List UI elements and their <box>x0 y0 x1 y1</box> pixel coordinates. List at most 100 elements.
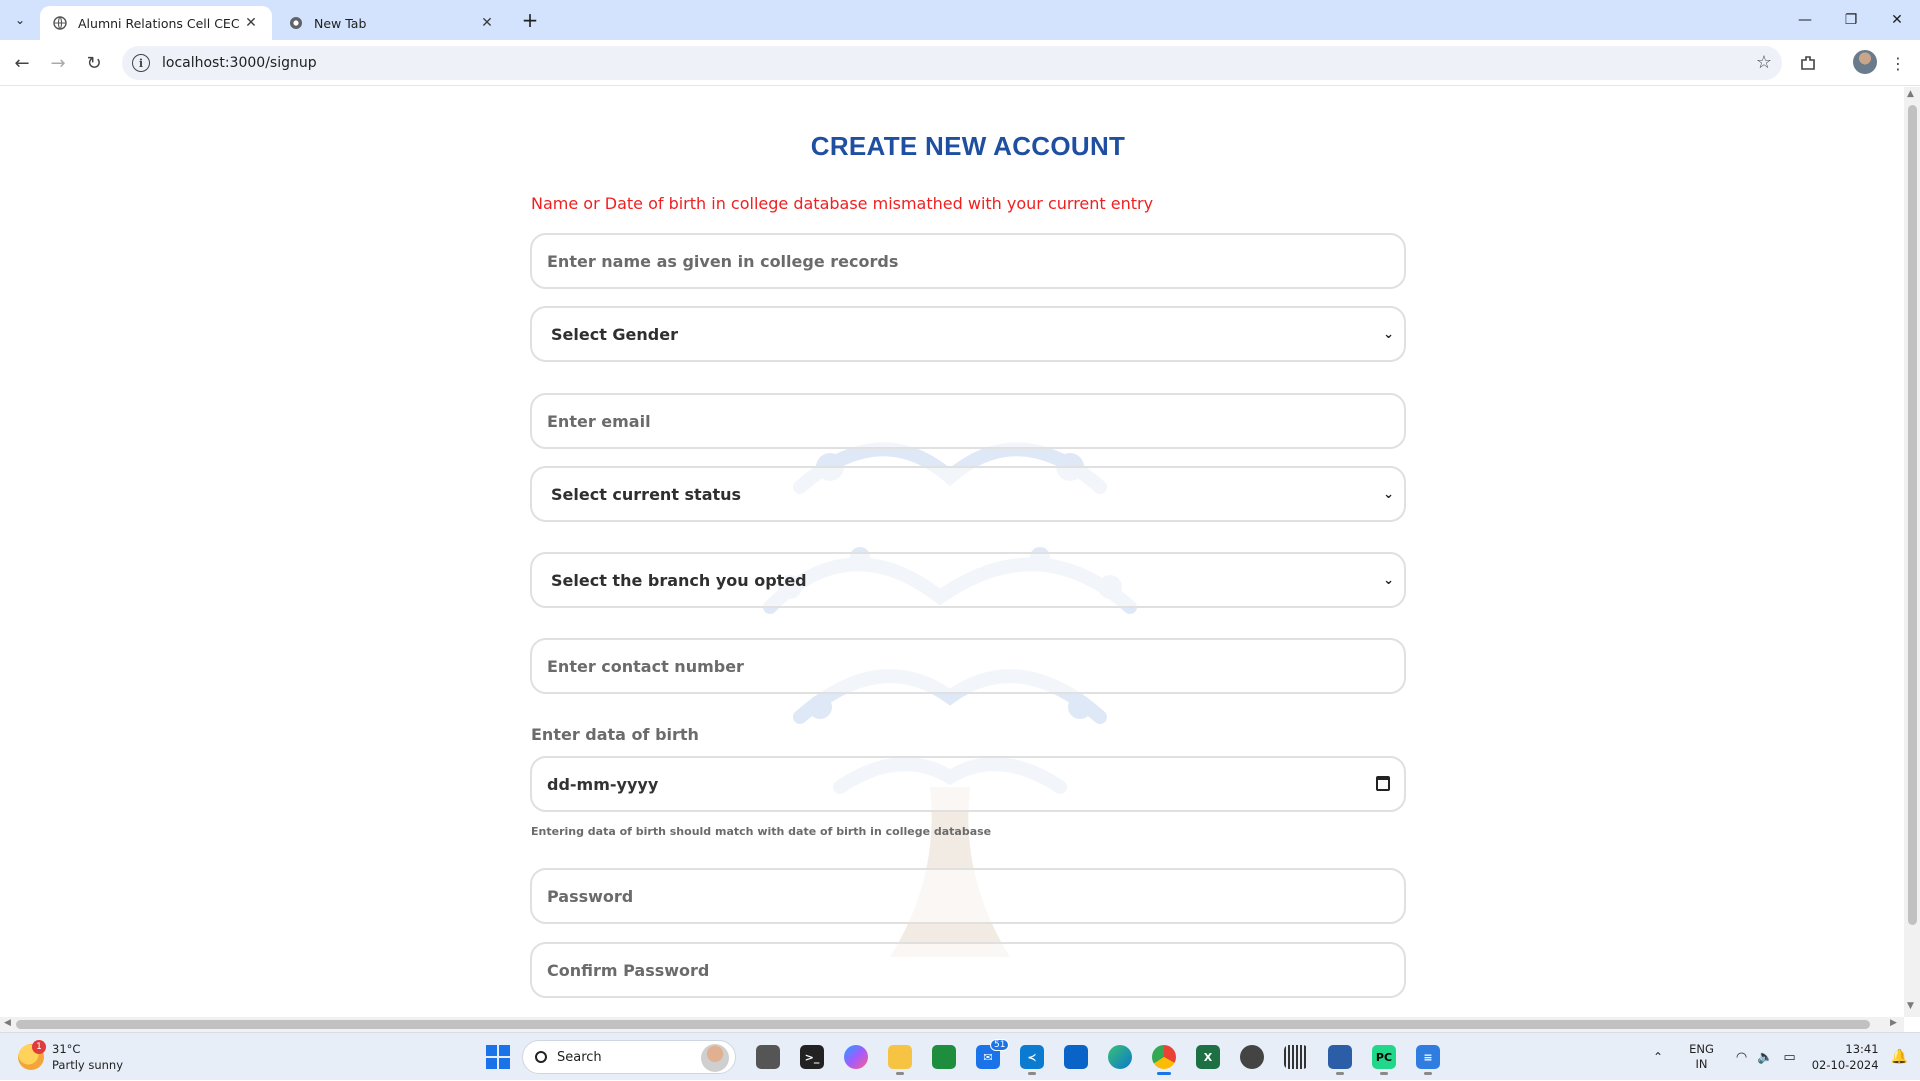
extensions-icon[interactable] <box>1794 49 1822 77</box>
restore-icon[interactable]: ❐ <box>1828 0 1874 40</box>
branch-select[interactable]: Select the branch you opted ⌄ <box>530 552 1406 608</box>
more-menu-icon[interactable]: ⋮ <box>1884 49 1912 77</box>
scroll-down-icon[interactable]: ▼ <box>1907 1001 1914 1011</box>
reload-icon[interactable]: ↻ <box>80 49 108 77</box>
excel-app[interactable]: X <box>1190 1039 1226 1075</box>
taskbar-apps: Search >_ ✉ 51 ≺ X PC ≡ <box>480 1039 1450 1075</box>
status-select[interactable]: Select current status ⌄ <box>530 466 1406 522</box>
tab-strip: ⌄ Alumni Relations Cell CEC ✕ New Tab ✕ … <box>0 0 1920 40</box>
close-tab-icon[interactable]: ✕ <box>242 14 260 32</box>
copilot-app[interactable] <box>838 1039 874 1075</box>
chevron-down-icon: ⌄ <box>1383 327 1394 342</box>
email-input[interactable]: Enter email <box>530 393 1406 449</box>
dob-label: Enter data of birth <box>531 725 699 744</box>
tab-title: Alumni Relations Cell CEC <box>78 15 240 31</box>
chrome-icon <box>288 15 304 31</box>
close-window-icon[interactable]: ✕ <box>1874 0 1920 40</box>
edge-app[interactable] <box>1102 1039 1138 1075</box>
taskbar-search[interactable]: Search <box>522 1040 736 1074</box>
tab-new-tab[interactable]: New Tab ✕ <box>276 6 508 40</box>
search-icon <box>535 1051 547 1063</box>
back-arrow-icon[interactable]: ← <box>8 49 36 77</box>
mail-badge: 51 <box>990 1039 1010 1051</box>
chevron-down-icon: ⌄ <box>1383 487 1394 502</box>
notification-bell-icon[interactable]: 🔔 <box>1891 1049 1908 1065</box>
store-app[interactable] <box>1058 1039 1094 1075</box>
lang-bottom: IN <box>1695 1057 1708 1071</box>
confirm-password-input[interactable]: Confirm Password <box>530 942 1406 998</box>
lang-top: ENG <box>1689 1042 1714 1056</box>
password-input[interactable]: Password <box>530 868 1406 924</box>
dob-input[interactable]: dd-mm-yyyy <box>530 756 1406 812</box>
url-text[interactable]: localhost:3000/signup <box>162 55 317 71</box>
weather-temp: 31°C <box>52 1042 81 1056</box>
vscode-app[interactable]: ≺ <box>1014 1039 1050 1075</box>
terminal-app[interactable]: >_ <box>794 1039 830 1075</box>
new-tab-button[interactable]: + <box>518 8 542 32</box>
windows-start-icon[interactable] <box>486 1045 510 1069</box>
branch-select-value: Select the branch you opted <box>551 570 807 590</box>
task-view-icon <box>756 1045 780 1069</box>
page-viewport: CREATE NEW ACCOUNT Name or Date of birth… <box>0 87 1904 1017</box>
snipping-app[interactable] <box>1322 1039 1358 1075</box>
language-indicator[interactable]: ENG IN <box>1689 1042 1714 1072</box>
system-tray: ⌃ ENG IN ◠ 🔈 ▭ 13:41 02-10-2024 🔔 <box>1653 1033 1920 1081</box>
horizontal-scrollbar[interactable]: ◀ ▶ <box>0 1017 1904 1032</box>
scroll-left-icon[interactable]: ◀ <box>4 1018 11 1028</box>
task-view-app[interactable] <box>750 1039 786 1075</box>
globe-icon <box>52 15 68 31</box>
battery-icon[interactable]: ▭ <box>1783 1050 1795 1065</box>
contact-input[interactable]: Enter contact number <box>530 638 1406 694</box>
edge-icon <box>1108 1045 1132 1069</box>
gender-select-value: Select Gender <box>551 324 678 344</box>
windows-taskbar: 1 31°C Partly sunny Search >_ ✉ 51 ≺ X P… <box>0 1032 1920 1080</box>
site-info-icon[interactable]: i <box>132 54 150 72</box>
window-controls: — ❐ ✕ <box>1782 0 1920 40</box>
page-title: CREATE NEW ACCOUNT <box>810 131 1126 161</box>
search-highlight-image <box>701 1044 729 1072</box>
tab-title: New Tab <box>314 15 367 31</box>
vscode-icon: ≺ <box>1020 1045 1044 1069</box>
folder-icon <box>888 1045 912 1069</box>
weather-badge: 1 <box>32 1040 46 1054</box>
weather-widget[interactable]: 1 31°C Partly sunny <box>18 1040 123 1073</box>
gender-select[interactable]: Select Gender ⌄ <box>530 306 1406 362</box>
copilot-icon <box>844 1045 868 1069</box>
horizontal-scroll-thumb[interactable] <box>16 1020 1870 1029</box>
clock[interactable]: 13:41 02-10-2024 <box>1812 1041 1879 1073</box>
chevron-up-icon[interactable]: ⌃ <box>1653 1050 1663 1064</box>
clock-date: 02-10-2024 <box>1811 1058 1879 1072</box>
vertical-scrollbar[interactable]: ▲ ▼ <box>1904 87 1920 1017</box>
file-explorer-app[interactable] <box>882 1039 918 1075</box>
name-input[interactable]: Enter name as given in college records <box>530 233 1406 289</box>
scroll-up-icon[interactable]: ▲ <box>1907 89 1914 99</box>
pycharm-icon: PC <box>1372 1045 1396 1069</box>
taskbar-search-label: Search <box>557 1049 602 1065</box>
mail-app[interactable]: ✉ 51 <box>970 1039 1010 1075</box>
pycharm-app[interactable]: PC <box>1366 1039 1402 1075</box>
tab-search-chevron-icon[interactable]: ⌄ <box>8 8 32 32</box>
store-icon <box>1064 1045 1088 1069</box>
tab-alumni-relations[interactable]: Alumni Relations Cell CEC ✕ <box>40 6 272 40</box>
chrome-app[interactable] <box>1146 1039 1182 1075</box>
camera-icon <box>1240 1045 1264 1069</box>
snipping-icon <box>1328 1045 1352 1069</box>
close-tab-icon[interactable]: ✕ <box>478 14 496 32</box>
speaker-muted-icon[interactable]: 🔈 <box>1757 1050 1773 1065</box>
bookmark-star-icon[interactable]: ☆ <box>1756 52 1772 73</box>
vertical-scroll-thumb[interactable] <box>1908 105 1917 925</box>
profile-avatar[interactable] <box>1853 50 1877 74</box>
classroom-app[interactable] <box>926 1039 962 1075</box>
excel-icon: X <box>1196 1045 1220 1069</box>
calendar-icon[interactable] <box>1376 776 1390 791</box>
address-bar[interactable]: i localhost:3000/signup ☆ <box>122 46 1782 80</box>
barcode-app[interactable] <box>1278 1039 1314 1075</box>
clock-time: 13:41 <box>1845 1042 1879 1056</box>
scroll-right-icon[interactable]: ▶ <box>1890 1018 1897 1028</box>
forward-arrow-icon[interactable]: → <box>44 49 72 77</box>
wifi-icon[interactable]: ◠ <box>1736 1050 1747 1065</box>
notepad-app[interactable]: ≡ <box>1410 1039 1446 1075</box>
status-select-value: Select current status <box>551 484 742 504</box>
minimize-icon[interactable]: — <box>1782 0 1828 40</box>
camera-app[interactable] <box>1234 1039 1270 1075</box>
